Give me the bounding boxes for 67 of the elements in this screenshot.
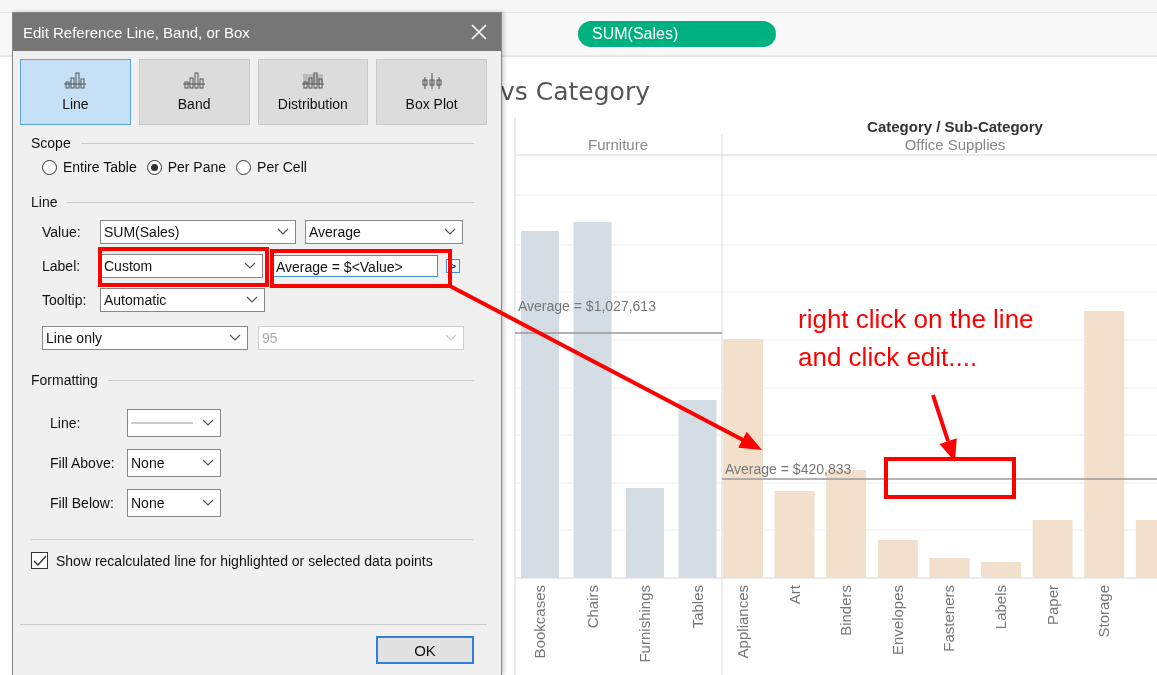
chevron-icon — [244, 262, 256, 270]
close-icon[interactable] — [471, 24, 487, 40]
category-label: Paper — [1043, 585, 1061, 626]
category-label: Binders — [837, 585, 855, 636]
bar-chart-icon — [64, 72, 87, 90]
type-button[interactable]: Distribution — [257, 59, 369, 125]
category-label: Fasteners — [940, 585, 958, 652]
category-label: Storage — [1095, 585, 1113, 638]
window-title: Edit Reference Line, Band, or Box — [23, 23, 250, 41]
annotation-text: right click on the line — [798, 303, 1034, 336]
field-label: Value: — [42, 224, 82, 240]
dropdown[interactable]: Average — [305, 220, 463, 244]
category-label: Envelopes — [888, 585, 906, 656]
chevron-icon — [202, 459, 214, 467]
section-heading: Line — [31, 194, 58, 210]
category-label: Appliances — [734, 585, 751, 659]
type-button[interactable]: Band — [138, 59, 250, 125]
field-label: Label: — [42, 258, 82, 274]
line-style-dropdown[interactable] — [127, 409, 221, 437]
type-button[interactable]: Line — [20, 59, 131, 125]
category-label: Bookcases — [531, 585, 548, 659]
chevron-icon — [229, 334, 241, 342]
bar-chart-icon — [183, 72, 206, 90]
chevron-icon — [202, 419, 214, 427]
line-sample-icon — [131, 421, 193, 425]
ok-button[interactable]: OK — [376, 636, 474, 664]
chevron-icon — [277, 228, 289, 236]
reference-label: Average = $420,833 — [725, 461, 852, 477]
box-plot-icon — [420, 72, 443, 90]
field-label: Fill Below: — [50, 495, 115, 511]
column-header: Category / Sub-Category — [867, 118, 1043, 135]
field-label: Line: — [50, 415, 82, 431]
text-field[interactable]: Average = $<Value> — [272, 255, 438, 277]
dropdown[interactable]: Line only — [42, 326, 248, 350]
reference-label: Average = $1,027,613 — [518, 298, 656, 314]
field-label: Fill Above: — [50, 455, 116, 471]
category-label: Chairs — [583, 585, 601, 629]
chevron-icon — [202, 499, 214, 507]
pane-header: Furniture — [588, 136, 648, 153]
bar[interactable] — [678, 400, 717, 578]
category-label: Labels — [992, 585, 1009, 630]
dropdown[interactable]: None — [127, 449, 221, 477]
dropdown[interactable]: None — [127, 489, 221, 517]
checkbox[interactable] — [31, 552, 48, 569]
bar-chart-icon — [301, 72, 324, 90]
sheet-title: vs Category — [499, 76, 651, 108]
type-button[interactable]: Box Plot — [376, 59, 487, 125]
category-label: Tables — [688, 585, 706, 629]
chevron-icon — [246, 296, 258, 304]
radio-option[interactable]: Per Cell — [236, 159, 307, 175]
field-label: Tooltip: — [42, 292, 88, 308]
dropdown[interactable]: SUM(Sales) — [100, 220, 296, 244]
checkbox-label: Show recalculated line for highlighted or selected data points — [56, 552, 433, 569]
radio-option[interactable]: Entire Table — [42, 159, 137, 175]
category-label: Art — [785, 585, 803, 605]
chevron-icon — [445, 334, 457, 342]
reference-line[interactable] — [514, 332, 723, 334]
radio-option[interactable]: Per Pane — [146, 159, 227, 175]
dropdown[interactable]: Automatic — [100, 288, 265, 312]
chevron-icon — [444, 228, 456, 236]
pane-header: Office Supplies — [904, 136, 1006, 153]
section-heading: Scope — [31, 135, 71, 151]
annotation-text: and click edit.... — [798, 341, 979, 374]
arrow — [931, 394, 957, 462]
section-heading: Formatting — [31, 372, 98, 388]
category-label: Furnishings — [636, 585, 653, 663]
dropdown[interactable]: Custom — [100, 254, 263, 278]
